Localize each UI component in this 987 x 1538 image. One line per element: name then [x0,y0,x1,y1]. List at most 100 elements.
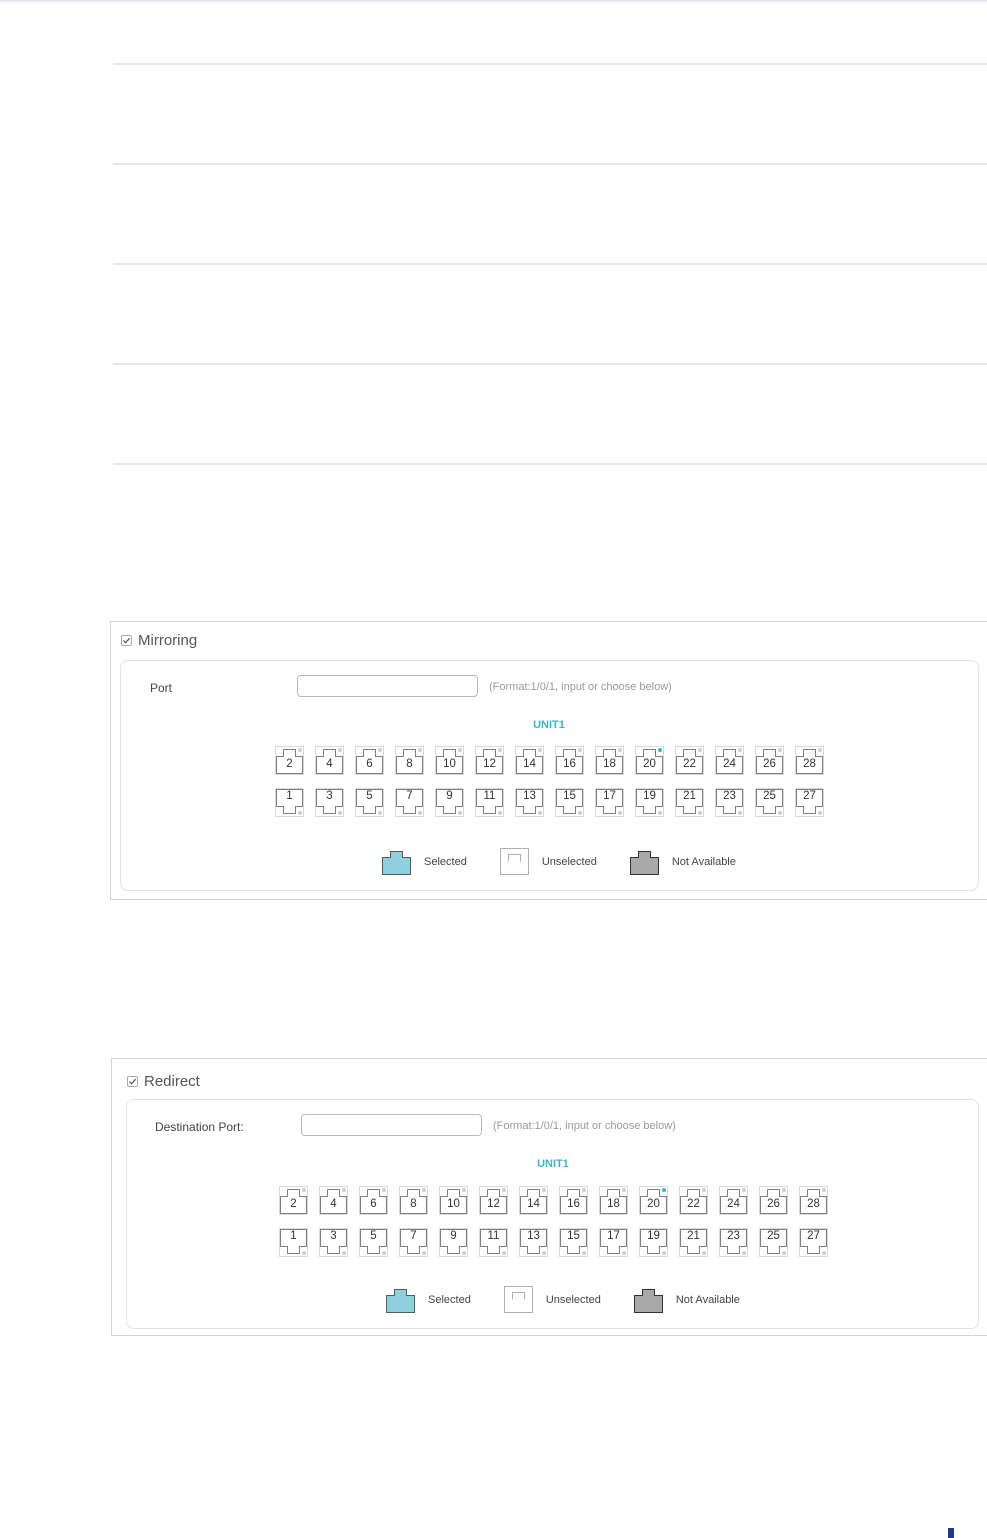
port-17[interactable]: 17 [595,788,624,817]
port-led [738,748,742,752]
port-number: 13 [527,1230,540,1242]
port-21[interactable]: 21 [675,788,704,817]
port-4[interactable]: 4 [319,1186,348,1215]
port-26[interactable]: 26 [759,1186,788,1215]
legend-selected: Selected [424,855,467,868]
port-number: 10 [443,758,456,770]
port-9[interactable]: 9 [435,788,464,817]
port-16[interactable]: 16 [559,1186,588,1215]
port-number: 15 [567,1230,580,1242]
port-number: 16 [563,758,576,770]
port-number: 18 [607,1198,620,1210]
port-7[interactable]: 7 [399,1228,428,1257]
port-23[interactable]: 23 [719,1228,748,1257]
port-3[interactable]: 3 [315,788,344,817]
port-27[interactable]: 27 [795,788,824,817]
redirect-checkbox[interactable] [127,1076,138,1087]
port-grid: 2 4 6 8 10 12 14 16 18 20 22 24 26 28 1 3 5 7 9 11 13 15 17 19 2… [279,1186,839,1270]
port-19[interactable]: 19 [635,788,664,817]
port-22[interactable]: 22 [679,1186,708,1215]
port-20[interactable]: 20 [639,1186,668,1215]
port-9[interactable]: 9 [439,1228,468,1257]
port-number: 23 [723,790,736,802]
port-4[interactable]: 4 [315,746,344,775]
divider-4 [113,363,987,365]
port-3[interactable]: 3 [319,1228,348,1257]
port-12[interactable]: 12 [479,1186,508,1215]
port-28[interactable]: 28 [799,1186,828,1215]
port-14[interactable]: 14 [519,1186,548,1215]
destination-port-label: Destination Port: [155,1120,244,1134]
port-number: 7 [410,1230,417,1242]
port-11[interactable]: 11 [475,788,504,817]
port-label: Port [150,681,173,695]
port-13[interactable]: 13 [519,1228,548,1257]
check-icon [129,1078,137,1085]
port-led [418,748,422,752]
port-number: 3 [330,1230,337,1242]
port-1[interactable]: 1 [279,1228,308,1257]
mirroring-title: Mirroring [138,632,198,649]
port-led [702,1251,706,1255]
port-6[interactable]: 6 [359,1186,388,1215]
port-led [542,1188,546,1192]
port-led [382,1188,386,1192]
port-10[interactable]: 10 [439,1186,468,1215]
port-led [658,748,662,752]
port-number: 19 [643,790,656,802]
port-led [498,811,502,815]
port-19[interactable]: 19 [639,1228,668,1257]
port-15[interactable]: 15 [555,788,584,817]
port-10[interactable]: 10 [435,746,464,775]
port-26[interactable]: 26 [755,746,784,775]
port-number: 20 [643,758,656,770]
port-1[interactable]: 1 [275,788,304,817]
port-number: 10 [447,1198,460,1210]
port-23[interactable]: 23 [715,788,744,817]
port-led [782,1251,786,1255]
port-led [298,748,302,752]
port-5[interactable]: 5 [359,1228,388,1257]
port-16[interactable]: 16 [555,746,584,775]
port-2[interactable]: 2 [275,746,304,775]
destination-port-input[interactable] [301,1114,482,1136]
port-8[interactable]: 8 [399,1186,428,1215]
page-corner-mark [948,1528,954,1538]
port-21[interactable]: 21 [679,1228,708,1257]
redirect-header: Redirect [127,1073,200,1090]
port-22[interactable]: 22 [675,746,704,775]
port-11[interactable]: 11 [479,1228,508,1257]
port-12[interactable]: 12 [475,746,504,775]
unit-label: UNIT1 [533,719,565,731]
port-6[interactable]: 6 [355,746,384,775]
port-20[interactable]: 20 [635,746,664,775]
port-number: 25 [763,790,776,802]
port-13[interactable]: 13 [515,788,544,817]
port-18[interactable]: 18 [595,746,624,775]
port-5[interactable]: 5 [355,788,384,817]
port-number: 2 [290,1198,297,1210]
port-led [302,1188,306,1192]
port-input[interactable] [297,675,478,697]
port-17[interactable]: 17 [599,1228,628,1257]
port-15[interactable]: 15 [559,1228,588,1257]
port-24[interactable]: 24 [719,1186,748,1215]
port-number: 4 [330,1198,337,1210]
port-28[interactable]: 28 [795,746,824,775]
port-grid: 2 4 6 8 10 12 14 16 18 20 22 24 26 28 1 3 5 7 9 11 13 15 17 19 2… [275,746,835,830]
port-led [822,1188,826,1192]
port-18[interactable]: 18 [599,1186,628,1215]
port-14[interactable]: 14 [515,746,544,775]
port-number: 12 [487,1198,500,1210]
port-25[interactable]: 25 [755,788,784,817]
port-25[interactable]: 25 [759,1228,788,1257]
redirect-panel: Redirect Destination Port: (Format:1/0/1… [111,1058,987,1336]
port-27[interactable]: 27 [799,1228,828,1257]
port-led [338,811,342,815]
port-2[interactable]: 2 [279,1186,308,1215]
port-7[interactable]: 7 [395,788,424,817]
mirroring-checkbox[interactable] [121,635,132,646]
port-24[interactable]: 24 [715,746,744,775]
port-led [378,748,382,752]
port-8[interactable]: 8 [395,746,424,775]
